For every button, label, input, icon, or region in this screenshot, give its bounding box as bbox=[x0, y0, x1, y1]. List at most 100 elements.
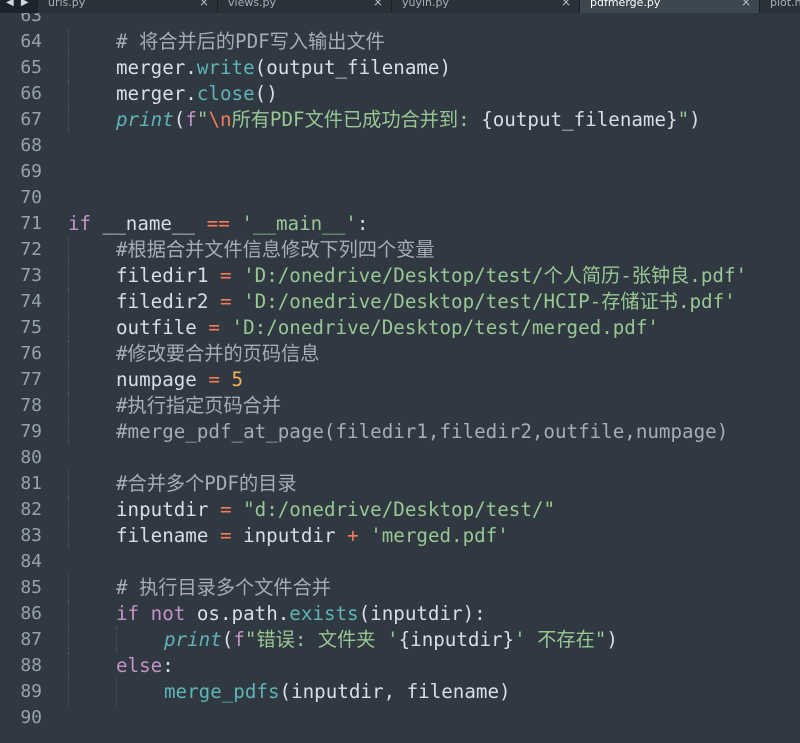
code-line: 65 merger.write(output_filename) bbox=[0, 55, 800, 81]
code-line: 90 bbox=[0, 705, 800, 731]
code-token: ( bbox=[221, 628, 234, 651]
code-line: 89 merge_pdfs(inputdir, filename) bbox=[0, 679, 800, 705]
code-token: else bbox=[116, 654, 163, 677]
code-token: filedir1 bbox=[116, 264, 220, 287]
code-token: print bbox=[164, 628, 222, 651]
code-token: {output_filename} bbox=[481, 108, 678, 131]
code-token: ' 不存在" bbox=[514, 628, 607, 651]
code-token: == bbox=[206, 212, 230, 235]
indent-guide bbox=[68, 237, 70, 263]
code-line: 69 bbox=[0, 159, 800, 185]
tab-urls-py[interactable]: urls.py × bbox=[38, 0, 218, 13]
line-number: 74 bbox=[20, 291, 42, 312]
code-line: 81 #合并多个PDF的目录 bbox=[0, 471, 800, 497]
code-token: close bbox=[196, 82, 255, 105]
code-token: (inputdir, filename) bbox=[279, 680, 511, 703]
tab-plot-h[interactable]: plot.h bbox=[760, 0, 800, 13]
tab-label: yuyin.py bbox=[402, 0, 450, 9]
indent-guide bbox=[68, 55, 70, 81]
code-editor[interactable]: 63 64 # 将合并后的PDF写入输出文件 65 merger.write(outpu… bbox=[0, 13, 800, 743]
code-text: # 执行目录多个文件合并 bbox=[116, 575, 331, 601]
code-text: filedir1 = 'D:/onedrive/Desktop/test/个人简… bbox=[116, 263, 747, 289]
tab-label: views.py bbox=[228, 0, 277, 9]
code-token: \n bbox=[208, 108, 232, 131]
code-token: f bbox=[185, 108, 197, 131]
code-text: print(f"\n所有PDF文件已成功合并到: {output_filenam… bbox=[116, 107, 701, 133]
close-icon[interactable]: × bbox=[373, 0, 383, 9]
code-line: 86 if not os.path.exists(inputdir): bbox=[0, 601, 800, 627]
code-token: = bbox=[219, 498, 232, 521]
code-token: = bbox=[208, 316, 220, 339]
code-token: merge_pdfs bbox=[164, 680, 280, 703]
close-icon[interactable]: × bbox=[199, 0, 209, 9]
tab-views-py[interactable]: views.py × bbox=[218, 0, 392, 13]
code-token: f bbox=[233, 628, 245, 651]
line-number: 70 bbox=[20, 187, 42, 208]
indent-guide bbox=[68, 81, 70, 107]
code-token: (output_filename) bbox=[254, 56, 452, 79]
code-text: inputdir = "d:/onedrive/Desktop/test/" bbox=[116, 497, 555, 523]
line-number: 82 bbox=[20, 499, 42, 520]
code-token: #根据合并文件信息修改下列四个变量 bbox=[116, 238, 435, 261]
close-icon[interactable]: × bbox=[561, 0, 571, 9]
line-number: 63 bbox=[20, 13, 42, 26]
code-line: 64 # 将合并后的PDF写入输出文件 bbox=[0, 29, 800, 55]
code-token: 'D:/onedrive/Desktop/test/merged.pdf' bbox=[231, 316, 659, 339]
code-line: 82 inputdir = "d:/onedrive/Desktop/test/" bbox=[0, 497, 800, 523]
line-number: 89 bbox=[20, 681, 42, 702]
code-token: exists bbox=[289, 602, 359, 625]
tab-pdfmerge-py[interactable]: pdfmerge.py × bbox=[580, 0, 760, 13]
code-line: 73 filedir1 = 'D:/onedrive/Desktop/test/个… bbox=[0, 263, 800, 289]
code-line: 77 numpage = 5 bbox=[0, 367, 800, 393]
code-line: 84 bbox=[0, 549, 800, 575]
code-token: ) bbox=[606, 628, 618, 651]
code-line: 85 # 执行目录多个文件合并 bbox=[0, 575, 800, 601]
line-number: 72 bbox=[20, 239, 42, 260]
line-number: 67 bbox=[20, 109, 42, 130]
code-token: filename bbox=[116, 524, 220, 547]
tab-label: plot.h bbox=[770, 0, 800, 9]
line-number: 87 bbox=[20, 629, 42, 650]
code-token: print bbox=[116, 108, 174, 131]
code-text: #根据合并文件信息修改下列四个变量 bbox=[116, 237, 435, 263]
code-token: merger. bbox=[116, 56, 197, 79]
tab-yuyin-py[interactable]: yuyin.py × bbox=[392, 0, 580, 13]
code-token: #merge_pdf_at_page(filedir1,filedir2,out… bbox=[116, 420, 729, 443]
code-token: " bbox=[677, 108, 690, 131]
code-token: write bbox=[196, 56, 255, 79]
code-text: filedir2 = 'D:/onedrive/Desktop/test/HCI… bbox=[116, 289, 736, 315]
tab-bar: ◀ ▶ urls.py × views.py × yuyin.py × pdfmerge.p… bbox=[0, 0, 800, 13]
code-token: = bbox=[219, 524, 232, 547]
line-number: 85 bbox=[20, 577, 42, 598]
code-token: = bbox=[219, 264, 232, 287]
nav-arrows-icon[interactable]: ◀ ▶ bbox=[6, 0, 31, 8]
code-token: inputdir bbox=[116, 498, 220, 521]
code-line: 80 bbox=[0, 445, 800, 471]
code-token: outfile bbox=[116, 316, 209, 339]
line-number: 66 bbox=[20, 83, 42, 104]
code-line: 79 #merge_pdf_at_page(filedir1,filedir2,o… bbox=[0, 419, 800, 445]
indent-guide bbox=[68, 419, 70, 445]
code-token: 5 bbox=[231, 368, 244, 391]
indent-guide bbox=[68, 367, 70, 393]
line-number: 83 bbox=[20, 525, 42, 546]
line-number: 73 bbox=[20, 265, 42, 286]
code-text: filename = inputdir + 'merged.pdf' bbox=[116, 523, 509, 549]
code-line: 74 filedir2 = 'D:/onedrive/Desktop/test/H… bbox=[0, 289, 800, 315]
code-token: {inputdir} bbox=[398, 628, 515, 651]
code-token: : bbox=[356, 212, 369, 235]
code-token: #执行指定页码合并 bbox=[116, 394, 282, 417]
line-number: 76 bbox=[20, 343, 42, 364]
code-text: # 将合并后的PDF写入输出文件 bbox=[116, 29, 385, 55]
code-text: #修改要合并的页码信息 bbox=[116, 341, 319, 367]
close-icon[interactable]: × bbox=[741, 0, 751, 9]
code-token: : bbox=[162, 654, 174, 677]
line-number: 75 bbox=[20, 317, 42, 338]
line-number: 71 bbox=[20, 213, 42, 234]
code-token: " bbox=[196, 108, 209, 131]
